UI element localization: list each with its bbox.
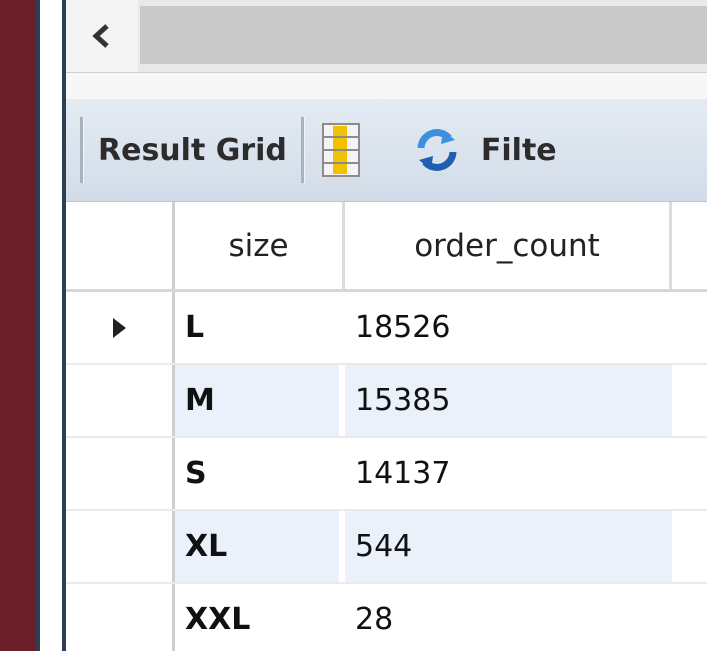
row-indicator (66, 584, 175, 651)
result-toolbar: Result Grid Filte (66, 99, 707, 202)
row-indicator (66, 365, 175, 436)
scrollbar-thumb[interactable] (140, 6, 707, 64)
refresh-icon[interactable] (413, 126, 461, 174)
table-row[interactable]: S 14137 (66, 438, 707, 511)
column-header-size[interactable]: size (175, 202, 345, 289)
result-panel: Result Grid Filte size order_count L 185… (66, 0, 707, 651)
row-indicator (66, 511, 175, 582)
cell-size[interactable]: XXL (175, 584, 345, 651)
table-row[interactable]: L 18526 (66, 292, 707, 365)
cell-size[interactable]: S (175, 438, 345, 509)
grid-header-row: size order_count (66, 202, 707, 292)
current-row-arrow-icon (112, 317, 126, 338)
filter-rows-label[interactable]: Filte (481, 133, 557, 168)
workbench-frame: Result Grid Filte size order_count L 185… (36, 0, 707, 651)
cell-order-count[interactable]: 14137 (345, 438, 672, 509)
cell-order-count[interactable]: 18526 (345, 292, 672, 363)
cell-order-count[interactable]: 544 (345, 511, 672, 582)
cell-order-count[interactable]: 28 (345, 584, 672, 651)
column-header-order-count[interactable]: order_count (345, 202, 672, 289)
horizontal-scrollbar[interactable] (66, 0, 707, 73)
result-grid-tab[interactable]: Result Grid (98, 133, 287, 168)
result-grid: size order_count L 18526 M 15385 S 14137 (66, 202, 707, 651)
scroll-left-button[interactable] (66, 0, 138, 72)
table-row[interactable]: XXL 28 (66, 584, 707, 651)
row-indicator (66, 438, 175, 509)
row-indicator (66, 292, 175, 363)
table-row[interactable]: M 15385 (66, 365, 707, 438)
table-row[interactable]: XL 544 (66, 511, 707, 584)
left-panel-strip (40, 0, 62, 651)
panel-gap (66, 73, 707, 99)
toolbar-separator (300, 117, 305, 183)
cell-size[interactable]: L (175, 292, 345, 363)
cell-size[interactable]: XL (175, 511, 345, 582)
header-corner (66, 202, 175, 289)
left-panel-border (36, 0, 66, 651)
chevron-left-icon (92, 24, 109, 48)
grid-layout-icon[interactable] (319, 120, 363, 180)
cell-size[interactable]: M (175, 365, 345, 436)
cell-order-count[interactable]: 15385 (345, 365, 672, 436)
toolbar-separator (80, 117, 84, 183)
